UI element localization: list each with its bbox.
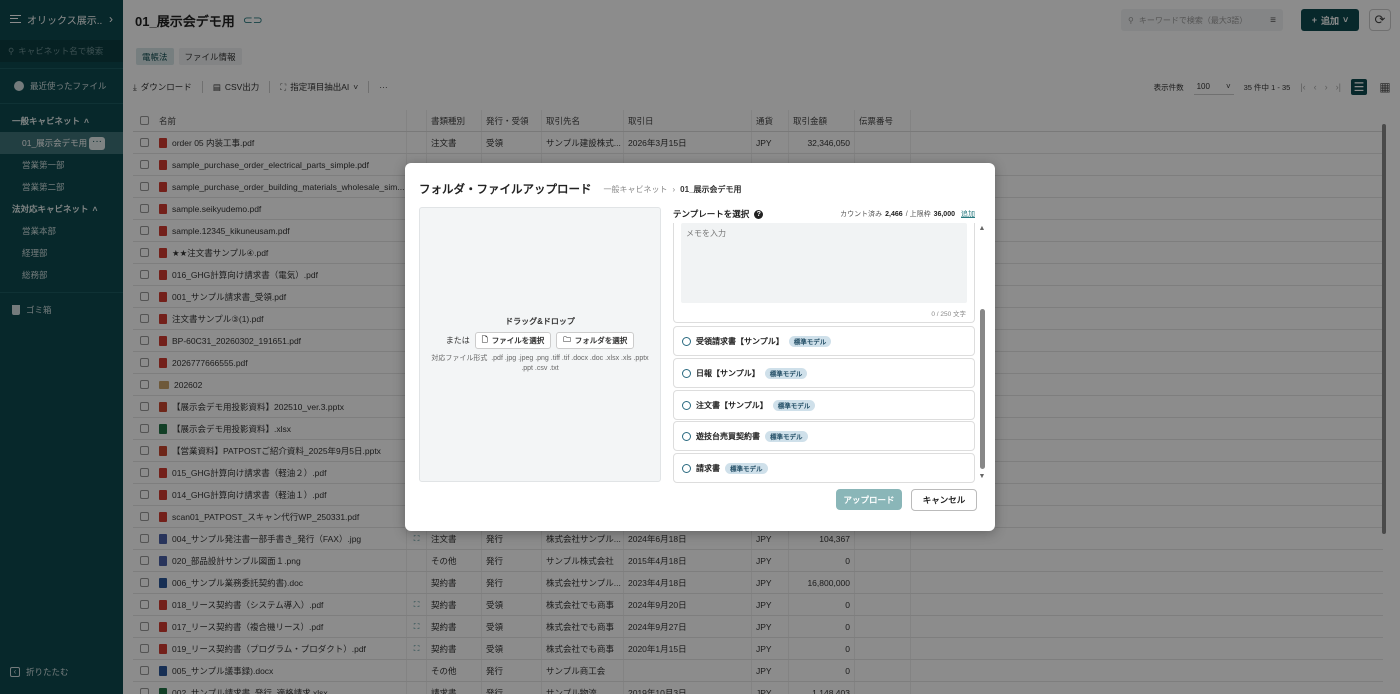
standard-model-badge: 標準モデル xyxy=(725,462,768,474)
modal-header: フォルダ・ファイルアップロード 一般キャビネット › 01_展示会デモ用 xyxy=(419,181,742,197)
standard-model-badge: 標準モデル xyxy=(765,430,808,442)
radio-button[interactable] xyxy=(682,368,691,378)
cancel-button[interactable]: キャンセル xyxy=(911,489,977,511)
select-folder-button[interactable]: 🗀 フォルダを選択 xyxy=(556,332,635,349)
file-dropzone[interactable]: ドラッグ&ドロップ または 🗋 ファイルを選択 🗀 フォルダを選択 対応ファイル… xyxy=(419,207,661,482)
limit-value: 36,000 xyxy=(933,210,955,218)
template-header: テンプレートを選択 ? カウント済み 2,466 / 上限枠 36,000 追加 xyxy=(673,208,975,220)
scroll-up-icon[interactable]: ▲ xyxy=(978,225,986,233)
radio-button[interactable] xyxy=(682,336,691,346)
radio-button[interactable] xyxy=(682,400,691,410)
template-option[interactable]: 遊技台売買契約書 標準モデル xyxy=(673,421,975,451)
upload-button[interactable]: アップロード xyxy=(836,489,902,510)
count-label: カウント済み xyxy=(840,211,883,218)
template-option[interactable]: 日報【サンプル】 標準モデル xyxy=(673,358,975,388)
drop-title: ドラッグ&ドロップ xyxy=(505,317,575,326)
formats-list: .pdf .jpg .jpeg .png .tiff .tif .docx .d… xyxy=(491,355,649,372)
memo-input[interactable] xyxy=(681,223,967,303)
modal-title: フォルダ・ファイルアップロード xyxy=(419,184,592,196)
or-label: または xyxy=(445,336,470,345)
supported-formats: 対応ファイル形式 .pdf .jpg .jpeg .png .tiff .tif… xyxy=(426,354,654,374)
select-file-label: ファイルを選択 xyxy=(491,336,545,345)
radio-button[interactable] xyxy=(682,431,691,441)
template-label: テンプレートを選択 xyxy=(673,209,750,219)
scroll-down-icon[interactable]: ▼ xyxy=(978,473,986,481)
select-file-button[interactable]: 🗋 ファイルを選択 xyxy=(474,332,552,349)
formats-label: 対応ファイル形式 xyxy=(431,355,488,362)
memo-char-counter: 0 / 250 文字 xyxy=(931,311,966,318)
scrollbar-thumb[interactable] xyxy=(980,309,985,469)
dropzone-actions: または 🗋 ファイルを選択 🗀 フォルダを選択 xyxy=(420,332,660,349)
template-option-label: 請求書 xyxy=(696,463,720,473)
file-icon: 🗋 xyxy=(481,335,488,344)
help-icon[interactable]: ? xyxy=(754,209,764,219)
radio-button[interactable] xyxy=(682,463,691,473)
template-scrollbar[interactable]: ▲ ▼ xyxy=(978,225,986,481)
usage-count: カウント済み 2,466 / 上限枠 36,000 追加 xyxy=(840,209,975,219)
count-value: 2,466 xyxy=(885,210,903,218)
template-option[interactable]: 受領請求書【サンプル】 標準モデル xyxy=(673,326,975,356)
folder-icon: 🗀 xyxy=(563,335,571,344)
standard-model-badge: 標準モデル xyxy=(788,335,832,347)
memo-card: 0 / 250 文字 xyxy=(673,223,975,323)
template-option-label: 日報【サンプル】 xyxy=(696,368,760,378)
breadcrumb-root[interactable]: 一般キャビネット xyxy=(604,184,668,195)
template-option[interactable]: 請求書 標準モデル xyxy=(673,453,975,483)
add-limit-link[interactable]: 追加 xyxy=(961,209,975,219)
standard-model-badge: 標準モデル xyxy=(764,367,808,379)
template-option-label: 注文書【サンプル】 xyxy=(696,400,768,410)
upload-modal: フォルダ・ファイルアップロード 一般キャビネット › 01_展示会デモ用 ドラッ… xyxy=(405,163,995,531)
select-folder-label: フォルダを選択 xyxy=(574,336,628,345)
breadcrumb: 一般キャビネット › 01_展示会デモ用 xyxy=(604,184,742,195)
standard-model-badge: 標準モデル xyxy=(772,399,816,411)
template-list: 0 / 250 文字 受領請求書【サンプル】 標準モデル 日報【サンプル】 標準… xyxy=(673,223,975,483)
limit-label: / 上限枠 xyxy=(905,211,931,218)
template-option-label: 受領請求書【サンプル】 xyxy=(696,336,784,346)
template-option[interactable]: 注文書【サンプル】 標準モデル xyxy=(673,390,975,420)
chevron-right-icon: › xyxy=(672,184,676,194)
template-option-label: 遊技台売買契約書 xyxy=(696,431,760,441)
breadcrumb-current: 01_展示会デモ用 xyxy=(680,184,742,194)
